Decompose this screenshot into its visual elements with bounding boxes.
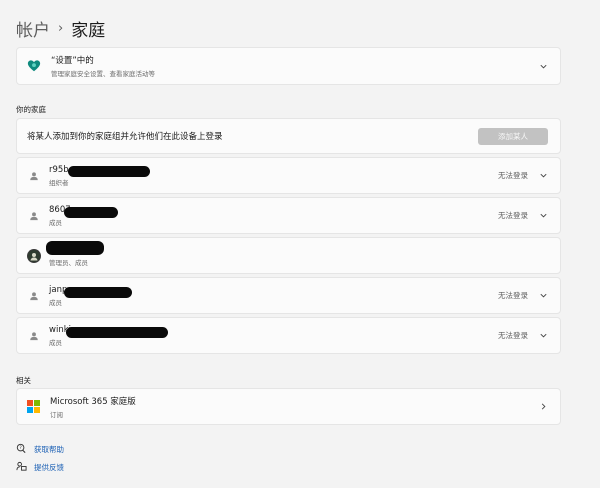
chevron-down-icon: [538, 291, 548, 301]
breadcrumb: 帐户 › 家庭: [16, 16, 106, 41]
breadcrumb-separator: ›: [58, 20, 64, 36]
member-role: 成员: [49, 218, 62, 227]
person-icon: [27, 289, 41, 303]
add-someone-button[interactable]: 添加某人: [478, 127, 548, 145]
chevron-right-icon: [538, 402, 548, 412]
microsoft-365-card[interactable]: Microsoft 365 家庭版 订阅: [16, 388, 561, 425]
breadcrumb-parent[interactable]: 帐户: [16, 16, 50, 41]
settings-card-subtitle: 管理家庭安全设置、查看家庭活动等: [51, 70, 155, 78]
chevron-down-icon: [538, 171, 548, 181]
redaction-mark: [68, 166, 150, 177]
photo-avatar: [27, 248, 41, 263]
add-member-prompt: 将某人添加到你的家庭组并允许他们在此设备上登录: [27, 132, 223, 142]
member-status: 无法登录: [498, 291, 528, 300]
feedback-icon: [16, 461, 28, 473]
family-section-label: 你的家庭: [16, 105, 46, 114]
member-status: 无法登录: [498, 331, 528, 340]
chevron-down-icon: [538, 61, 548, 71]
member-role: 组织者: [49, 178, 69, 187]
redaction-mark: [66, 327, 168, 338]
chevron-down-icon: [538, 331, 548, 341]
help-icon: ?: [16, 443, 28, 455]
chevron-down-icon: [538, 211, 548, 221]
give-feedback-label[interactable]: 提供反馈: [34, 462, 64, 473]
redaction-mark: [64, 287, 132, 298]
give-feedback-link[interactable]: 提供反馈: [16, 461, 64, 473]
member-role: 成员: [49, 338, 62, 347]
family-safety-icon: [27, 59, 41, 73]
redaction-mark: [64, 207, 118, 218]
related-section-label: 相关: [16, 376, 31, 385]
page-title: 家庭: [71, 20, 106, 41]
settings-card-title: “设置”中的: [51, 56, 94, 66]
microsoft-logo-icon: [27, 400, 40, 413]
get-help-link[interactable]: ? 获取帮助: [16, 443, 64, 455]
person-icon: [27, 169, 41, 183]
redaction-mark: [46, 241, 104, 255]
member-name: r95b: [49, 164, 69, 175]
add-member-card: 将某人添加到你的家庭组并允许他们在此设备上登录 添加某人: [16, 118, 561, 154]
member-status: 无法登录: [498, 211, 528, 220]
family-settings-card[interactable]: “设置”中的 管理家庭安全设置、查看家庭活动等: [16, 47, 561, 85]
m365-title: Microsoft 365 家庭版: [50, 396, 136, 407]
get-help-label[interactable]: 获取帮助: [34, 444, 64, 455]
member-role: 成员: [49, 298, 62, 307]
member-role: 管理员、成员: [49, 258, 88, 267]
member-status: 无法登录: [498, 171, 528, 180]
person-icon: [27, 209, 41, 223]
person-icon: [27, 329, 41, 343]
m365-subtitle: 订阅: [50, 410, 63, 419]
